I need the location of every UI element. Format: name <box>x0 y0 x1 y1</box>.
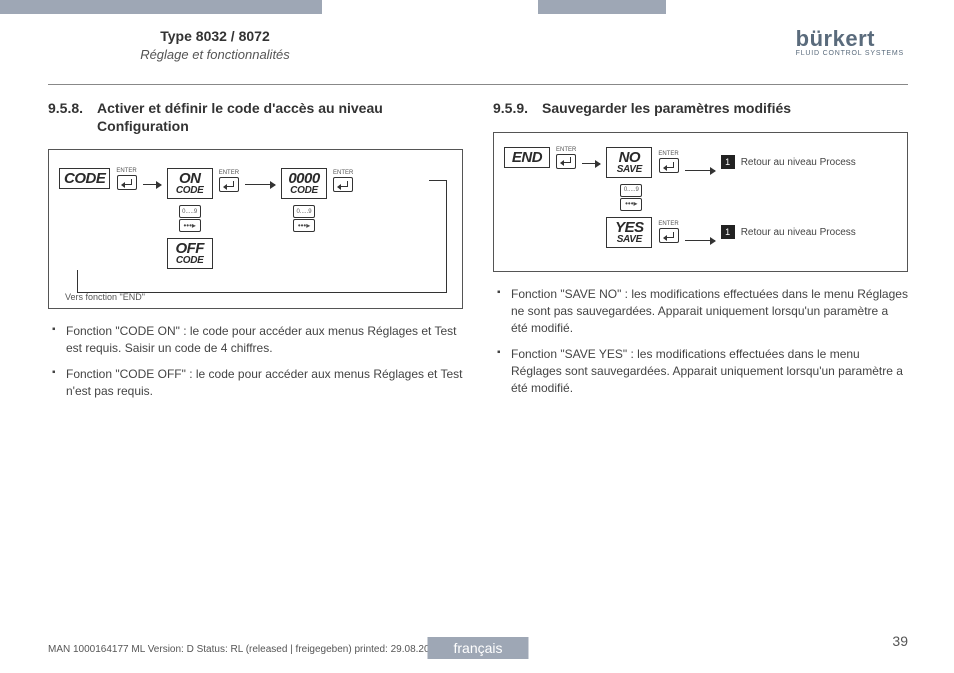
logo: bürkert FLUID CONTROL SYSTEMS <box>796 26 904 57</box>
up-down-button: 0.....9 •••▸ <box>293 205 315 232</box>
section-number: 9.5.9. <box>493 100 528 118</box>
bullet-list: Fonction "CODE ON" : le code pour accéde… <box>52 323 463 401</box>
lcd-end: END <box>504 147 550 168</box>
enter-button: ENTER <box>658 151 678 173</box>
lcd-on-code: ON CODE <box>167 168 213 199</box>
enter-button: ENTER <box>556 147 576 169</box>
enter-label: ENTER <box>116 168 136 174</box>
arrow-right-icon <box>582 163 600 164</box>
left-column: 9.5.8. Activer et définir le code d'accè… <box>48 100 463 409</box>
list-item: Fonction "CODE OFF" : le code pour accéd… <box>52 366 463 401</box>
enter-label: ENTER <box>556 147 576 153</box>
brand-name: bürkert <box>796 26 904 52</box>
list-item: Fonction "SAVE NO" : les modifications e… <box>497 286 908 338</box>
enter-button: ENTER <box>116 168 136 190</box>
lcd-0000-code: 0000 CODE <box>281 168 327 199</box>
lcd-text: YES <box>611 220 647 235</box>
lcd-text: OFF <box>172 241 208 256</box>
enter-label: ENTER <box>219 170 239 176</box>
lcd-yes-save: YES SAVE <box>606 217 652 248</box>
top-bar <box>0 0 954 14</box>
page-number: 39 <box>892 633 908 649</box>
destination-number: 1 <box>721 225 735 239</box>
lcd-text: CODE <box>172 186 208 196</box>
enter-button: ENTER <box>333 170 353 192</box>
lcd-text: END <box>509 150 545 165</box>
enter-label: ENTER <box>658 221 678 227</box>
nav-label: 0.....9 <box>182 209 197 215</box>
lcd-no-save: NO SAVE <box>606 147 652 178</box>
section-title: Activer et définir le code d'accès au ni… <box>97 100 463 135</box>
enter-label: ENTER <box>658 151 678 157</box>
dots-icon: •••▸ <box>183 222 195 230</box>
lcd-text: CODE <box>172 256 208 266</box>
destination: 1 Retour au niveau Process <box>721 155 856 169</box>
section-title: Sauvegarder les paramètres modifiés <box>542 100 908 118</box>
lcd-text: ON <box>172 171 208 186</box>
lcd-text: NO <box>611 150 647 165</box>
section-number: 9.5.8. <box>48 100 83 135</box>
dots-icon: •••▸ <box>625 200 637 208</box>
lcd-code: CODE <box>59 168 110 189</box>
top-bar-segment <box>538 0 666 14</box>
arrow-right-icon <box>685 240 715 241</box>
bullet-list: Fonction "SAVE NO" : les modifications e… <box>497 286 908 398</box>
list-item: Fonction "SAVE YES" : les modifications … <box>497 346 908 398</box>
doc-subtitle: Réglage et fonctionnalités <box>100 47 330 62</box>
up-down-button: 0.....9 •••▸ <box>179 205 201 232</box>
arrow-right-icon <box>143 184 161 185</box>
header-left: Type 8032 / 8072 Réglage et fonctionnali… <box>100 28 330 62</box>
footer: MAN 1000164177 ML Version: D Status: RL … <box>48 644 908 655</box>
destination-text: Retour au niveau Process <box>741 157 856 168</box>
section-heading: 9.5.8. Activer et définir le code d'accè… <box>48 100 463 135</box>
lcd-off-code: OFF CODE <box>167 238 213 269</box>
up-down-button: 0.....9 •••▸ <box>620 184 642 211</box>
lcd-text: CODE <box>286 186 322 196</box>
lcd-text: 0000 <box>286 171 322 186</box>
destination-number: 1 <box>721 155 735 169</box>
right-column: 9.5.9. Sauvegarder les paramètres modifi… <box>493 100 908 409</box>
nav-label: 0.....9 <box>297 209 312 215</box>
divider <box>48 84 908 85</box>
lcd-text: CODE <box>64 171 105 186</box>
flow-diagram-save: END ENTER NO SAVE ENTER <box>493 132 908 272</box>
dots-icon: •••▸ <box>298 222 310 230</box>
nav-label: 0.....9 <box>624 187 639 193</box>
destination: 1 Retour au niveau Process <box>721 225 856 239</box>
section-heading: 9.5.9. Sauvegarder les paramètres modifi… <box>493 100 908 118</box>
top-bar-segment <box>0 0 322 14</box>
brand-tagline: FLUID CONTROL SYSTEMS <box>796 50 904 57</box>
list-item: Fonction "CODE ON" : le code pour accéde… <box>52 323 463 358</box>
enter-label: ENTER <box>333 170 353 176</box>
arrow-right-icon <box>685 170 715 171</box>
lcd-text: SAVE <box>611 165 647 175</box>
enter-button: ENTER <box>658 221 678 243</box>
arrow-right-icon <box>245 184 275 185</box>
language-pill: français <box>427 637 528 659</box>
destination-text: Retour au niveau Process <box>741 227 856 238</box>
diagram-note: Vers fonction "END" <box>65 292 145 302</box>
lcd-text: SAVE <box>611 235 647 245</box>
doc-type: Type 8032 / 8072 <box>100 28 330 44</box>
enter-button: ENTER <box>219 170 239 192</box>
flow-diagram-code: CODE ENTER ON CODE 0.....9 •••▸ <box>48 149 463 309</box>
